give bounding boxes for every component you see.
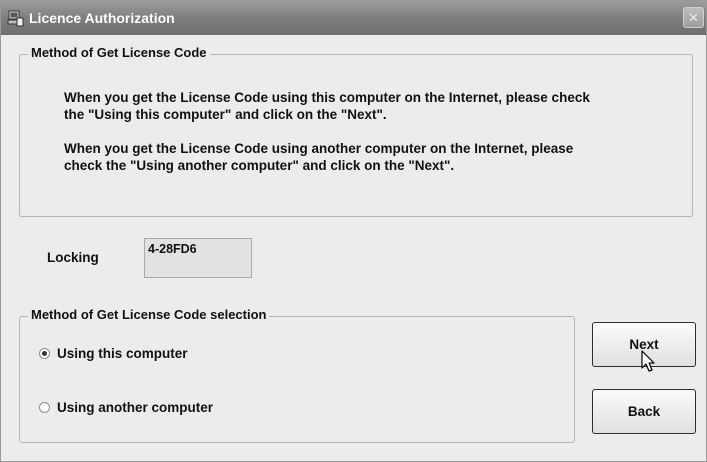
locking-code-field: 4-28FD6 [144, 238, 252, 278]
selection-group: Method of Get License Code selection [19, 307, 575, 443]
radio-label-this-computer: Using this computer [57, 346, 188, 361]
method-info-group-title: Method of Get License Code [28, 45, 210, 60]
instruction-another-computer-line1: When you get the License Code using anot… [64, 141, 574, 156]
mouse-cursor-icon [641, 350, 655, 372]
radio-button-unselected[interactable] [39, 402, 50, 413]
radio-label-another-computer: Using another computer [57, 400, 214, 415]
method-info-group: Method of Get License Code [19, 45, 693, 217]
back-button[interactable]: Back [592, 389, 696, 434]
radio-using-another-computer[interactable]: Using another computer [39, 400, 213, 415]
instruction-another-computer: When you get the License Code using anot… [64, 140, 573, 174]
instruction-this-computer-line2: the "Using this computer" and click on t… [64, 107, 387, 122]
radio-button-selected[interactable] [39, 348, 50, 359]
selection-group-title: Method of Get License Code selection [28, 307, 270, 322]
close-icon[interactable]: × [683, 7, 704, 28]
window-title: Licence Authorization [29, 10, 175, 26]
radio-using-this-computer[interactable]: Using this computer [39, 346, 188, 361]
license-app-icon [7, 10, 24, 27]
locking-label: Locking [47, 250, 99, 265]
title-bar[interactable]: Licence Authorization × [1, 1, 706, 35]
license-authorization-window: Licence Authorization × Method of Get Li… [0, 0, 707, 462]
instruction-another-computer-line2: check the "Using another computer" and c… [64, 158, 455, 173]
instruction-this-computer-line1: When you get the License Code using this… [64, 90, 590, 105]
instruction-this-computer: When you get the License Code using this… [64, 89, 590, 123]
